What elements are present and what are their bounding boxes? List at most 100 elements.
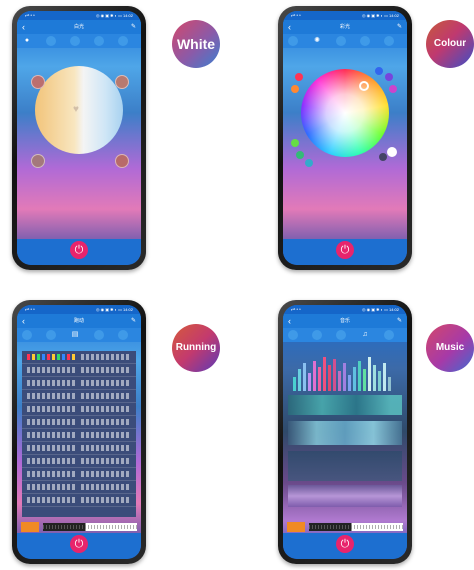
colour-screen: ▪︎ᵃˡᵗ ᵃ ᵃ ◎ ◉ ▣ ✱ ◐ ▭ 14:02 ‹ 彩光 ✎ ✺ − <box>283 11 407 265</box>
list-item[interactable] <box>22 416 136 429</box>
picker-handle[interactable] <box>359 81 369 91</box>
nav-bar: ‹ 跑动 ✎ <box>17 314 141 328</box>
list-item[interactable] <box>22 468 136 481</box>
status-bar: ▪︎ᵃˡᵗ ᵃ ᵃ ◎ ◉ ▣ ✱ ◐ ▭ 14:02 <box>17 11 141 20</box>
power-button[interactable]: ⏻ <box>70 535 88 553</box>
list-item[interactable] <box>22 377 136 390</box>
white-badge: White <box>172 20 220 68</box>
list-icon[interactable] <box>336 36 346 46</box>
swatch[interactable] <box>305 159 313 167</box>
power-button[interactable]: ⏻ <box>70 241 88 259</box>
slider-track[interactable] <box>43 523 137 531</box>
music-icon[interactable]: ♫ <box>360 330 370 340</box>
list-item[interactable] <box>22 403 136 416</box>
preset-cool[interactable] <box>115 154 129 168</box>
edit-icon[interactable]: ✎ <box>397 20 402 34</box>
swatch[interactable] <box>387 147 397 157</box>
swatch[interactable] <box>295 73 303 81</box>
swatch[interactable] <box>379 153 387 161</box>
slider-track[interactable] <box>309 523 403 531</box>
music-screen: ▪︎ᵃˡᵗ ᵃ ᵃ ◎ ◉ ▣ ✱ ◐ ▭ 14:02 ‹ 音乐 ✎ ♫ ⏻ <box>283 305 407 559</box>
list-icon[interactable] <box>336 330 346 340</box>
screen-title: 彩光 <box>339 24 350 30</box>
preset-neutral[interactable] <box>115 75 129 89</box>
list-item[interactable] <box>22 351 136 364</box>
mode-tabs: ✺ <box>283 34 407 48</box>
shuffle-icon[interactable] <box>384 330 394 340</box>
speed-slider[interactable] <box>21 522 137 532</box>
bulb-icon[interactable]: ● <box>22 36 32 46</box>
bulb-icon[interactable] <box>288 36 298 46</box>
list-item[interactable] <box>22 494 136 507</box>
power-button[interactable]: ⏻ <box>336 535 354 553</box>
pattern-band[interactable] <box>288 485 402 507</box>
speed-indicator <box>21 522 39 532</box>
nav-bar: ‹ 音乐 ✎ <box>283 314 407 328</box>
list-item[interactable] <box>22 429 136 442</box>
screen-title: 音乐 <box>339 318 350 324</box>
status-bar: ▪︎ᵃˡᵗ ᵃ ᵃ ◎ ◉ ▣ ✱ ◐ ▭ 14:02 <box>283 305 407 314</box>
music-icon[interactable] <box>360 36 370 46</box>
status-bar: ▪︎ᵃˡᵗ ᵃ ᵃ ◎ ◉ ▣ ✱ ◐ ▭ 14:02 <box>17 305 141 314</box>
color-wheel[interactable] <box>301 69 389 157</box>
swatch[interactable] <box>385 73 393 81</box>
palette-icon[interactable] <box>312 330 322 340</box>
preset-soft[interactable] <box>31 154 45 168</box>
edit-icon[interactable]: ✎ <box>131 314 136 328</box>
swatch[interactable] <box>375 67 383 75</box>
equalizer-pattern[interactable] <box>291 353 399 391</box>
list-item[interactable] <box>22 390 136 403</box>
palette-icon[interactable] <box>46 36 56 46</box>
shuffle-icon[interactable] <box>118 330 128 340</box>
nav-bar: ‹ 白光 ✎ <box>17 20 141 34</box>
swatch[interactable] <box>296 151 304 159</box>
pattern-band[interactable] <box>288 395 402 415</box>
nav-bar: ‹ 彩光 ✎ <box>283 20 407 34</box>
swatch[interactable] <box>291 139 299 147</box>
list-item[interactable] <box>22 364 136 377</box>
music-badge: Music <box>426 324 474 372</box>
bulb-icon[interactable] <box>22 330 32 340</box>
phone-music: ▪︎ᵃˡᵗ ᵃ ᵃ ◎ ◉ ▣ ✱ ◐ ▭ 14:02 ‹ 音乐 ✎ ♫ ⏻ <box>278 300 412 564</box>
phone-colour: ▪︎ᵃˡᵗ ᵃ ᵃ ◎ ◉ ▣ ✱ ◐ ▭ 14:02 ‹ 彩光 ✎ ✺ − <box>278 6 412 270</box>
music-icon[interactable] <box>94 330 104 340</box>
edit-icon[interactable]: ✎ <box>397 314 402 328</box>
shuffle-icon[interactable] <box>384 36 394 46</box>
bottom-bar: ⏻ <box>17 239 141 265</box>
list-icon[interactable] <box>70 36 80 46</box>
list-icon[interactable]: ▤ <box>70 330 80 340</box>
pattern-list <box>22 351 136 517</box>
sensitivity-indicator <box>287 522 305 532</box>
sensitivity-slider[interactable] <box>287 522 403 532</box>
bottom-bar: ⏻ <box>283 533 407 559</box>
palette-icon[interactable]: ✺ <box>312 36 322 46</box>
bottom-bar: ⏻ <box>17 533 141 559</box>
screen-title: 白光 <box>73 24 84 30</box>
music-icon[interactable] <box>94 36 104 46</box>
shuffle-icon[interactable] <box>118 36 128 46</box>
power-button[interactable]: ⏻ <box>336 241 354 259</box>
mode-tabs: ● <box>17 34 141 48</box>
white-screen: ▪︎ᵃˡᵗ ᵃ ᵃ ◎ ◉ ▣ ✱ ◐ ▭ 14:02 ‹ 白光 ✎ ● ♥ −… <box>17 11 141 265</box>
mode-tabs: ♫ <box>283 328 407 342</box>
preset-warm[interactable] <box>31 75 45 89</box>
pattern-band[interactable] <box>288 421 402 445</box>
status-bar: ▪︎ᵃˡᵗ ᵃ ᵃ ◎ ◉ ▣ ✱ ◐ ▭ 14:02 <box>283 11 407 20</box>
list-item[interactable] <box>22 442 136 455</box>
white-temperature-wheel[interactable] <box>35 66 123 154</box>
palette-icon[interactable] <box>46 330 56 340</box>
phone-white: ▪︎ᵃˡᵗ ᵃ ᵃ ◎ ◉ ▣ ✱ ◐ ▭ 14:02 ‹ 白光 ✎ ● ♥ −… <box>12 6 146 270</box>
edit-icon[interactable]: ✎ <box>131 20 136 34</box>
mode-tabs: ▤ <box>17 328 141 342</box>
running-badge: Running <box>172 324 220 372</box>
list-item[interactable] <box>22 455 136 468</box>
phone-running: ▪︎ᵃˡᵗ ᵃ ᵃ ◎ ◉ ▣ ✱ ◐ ▭ 14:02 ‹ 跑动 ✎ ▤ ⏻ <box>12 300 146 564</box>
bottom-bar: ⏻ <box>283 239 407 265</box>
swatch[interactable] <box>389 85 397 93</box>
colour-badge: Colour <box>426 20 474 68</box>
picker-handle[interactable]: ♥ <box>73 104 79 115</box>
bulb-icon[interactable] <box>288 330 298 340</box>
swatch[interactable] <box>291 85 299 93</box>
pattern-band[interactable] <box>288 451 402 481</box>
list-item[interactable] <box>22 481 136 494</box>
